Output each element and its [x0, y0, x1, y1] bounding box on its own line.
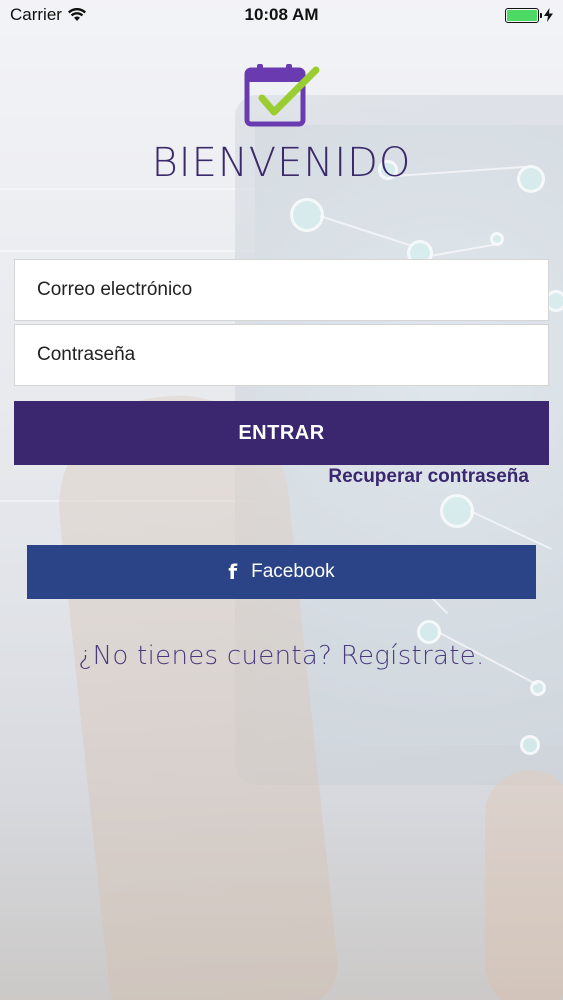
facebook-icon: f: [228, 560, 238, 584]
battery-icon: [505, 7, 542, 23]
wifi-icon: [67, 8, 86, 21]
facebook-button-label: Facebook: [251, 561, 335, 582]
status-bar: Carrier 10:08 AM: [0, 0, 563, 30]
page-title: BIENVENIDO: [151, 140, 412, 186]
status-left: Carrier: [10, 5, 86, 25]
status-right: [505, 7, 553, 23]
calendar-check-icon: [244, 64, 320, 127]
password-field[interactable]: Contraseña: [14, 324, 549, 386]
carrier-label: Carrier: [10, 5, 62, 24]
password-placeholder: Contraseña: [37, 344, 136, 365]
battery-fill: [507, 9, 537, 21]
facebook-login-button[interactable]: f Facebook: [27, 545, 536, 599]
login-button-label: ENTRAR: [238, 421, 325, 444]
charging-bolt-icon: [544, 8, 553, 22]
signup-link[interactable]: ¿No tienes cuenta? Regístrate.: [0, 641, 563, 671]
recover-password-link[interactable]: Recuperar contraseña: [328, 466, 529, 488]
login-button[interactable]: ENTRAR: [14, 401, 549, 465]
email-field[interactable]: Correo electrónico: [14, 259, 549, 321]
email-placeholder: Correo electrónico: [37, 279, 193, 300]
